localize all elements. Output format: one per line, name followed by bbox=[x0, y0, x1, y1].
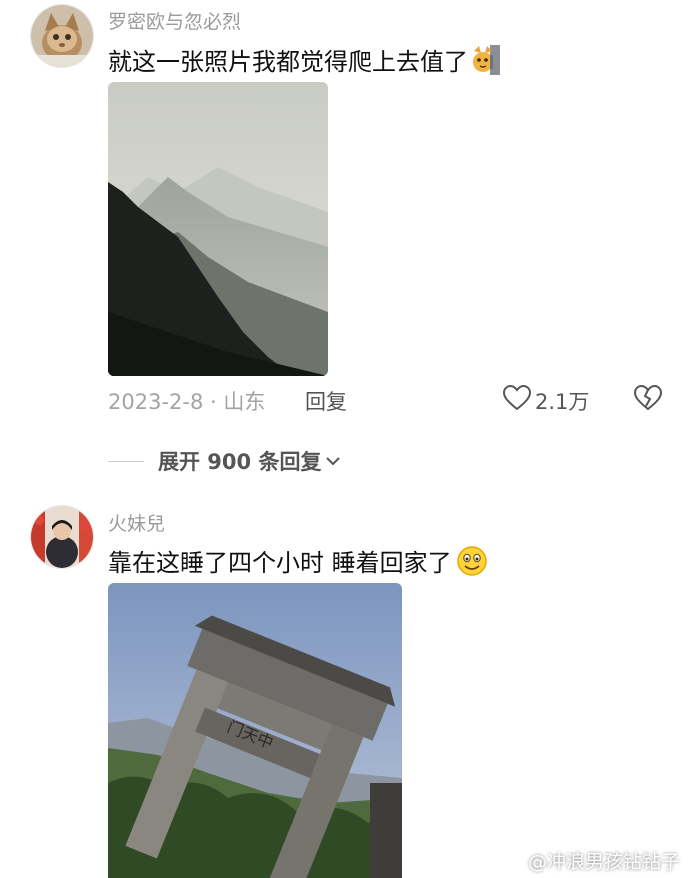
comment-text: 靠在这睡了四个小时 睡着回家了 bbox=[108, 543, 488, 583]
expand-replies-button[interactable]: 展开 900 条回复 bbox=[108, 446, 341, 476]
watermark: @冲浪男孩钻钻子 bbox=[502, 847, 680, 874]
divider-line bbox=[108, 460, 144, 462]
comment-text: 就这一张照片我都觉得爬上去值了 bbox=[108, 42, 500, 81]
avatar-user-1[interactable] bbox=[30, 4, 94, 68]
comment-photo-archway[interactable]: 门天中 bbox=[108, 583, 402, 878]
cat-peeking-emoji-icon bbox=[472, 45, 500, 81]
comment-text-content: 就这一张照片我都觉得爬上去值了 bbox=[108, 48, 468, 76]
reply-button[interactable]: 回复 bbox=[305, 386, 347, 416]
comment-text-content: 靠在这睡了四个小时 睡着回家了 bbox=[108, 549, 452, 577]
dislike-button[interactable] bbox=[633, 384, 663, 415]
username[interactable]: 罗密欧与忽必烈 bbox=[108, 7, 241, 34]
username[interactable]: 火妹兒 bbox=[108, 509, 165, 536]
chevron-down-icon bbox=[325, 452, 341, 471]
avatar-user-2[interactable] bbox=[30, 505, 94, 569]
smiling-face-emoji-icon bbox=[456, 545, 488, 583]
weibo-logo-icon bbox=[502, 849, 524, 872]
like-button[interactable]: 2.1万 bbox=[502, 384, 590, 416]
comment-photo-mountains[interactable] bbox=[108, 82, 328, 376]
like-count: 2.1万 bbox=[535, 389, 590, 414]
expand-replies-label: 展开 900 条回复 bbox=[158, 450, 322, 474]
watermark-text: @冲浪男孩钻钻子 bbox=[527, 851, 680, 873]
broken-heart-icon bbox=[633, 384, 663, 415]
heart-icon bbox=[502, 384, 532, 416]
comment-meta: 2023-2-8 · 山东 bbox=[108, 390, 266, 414]
